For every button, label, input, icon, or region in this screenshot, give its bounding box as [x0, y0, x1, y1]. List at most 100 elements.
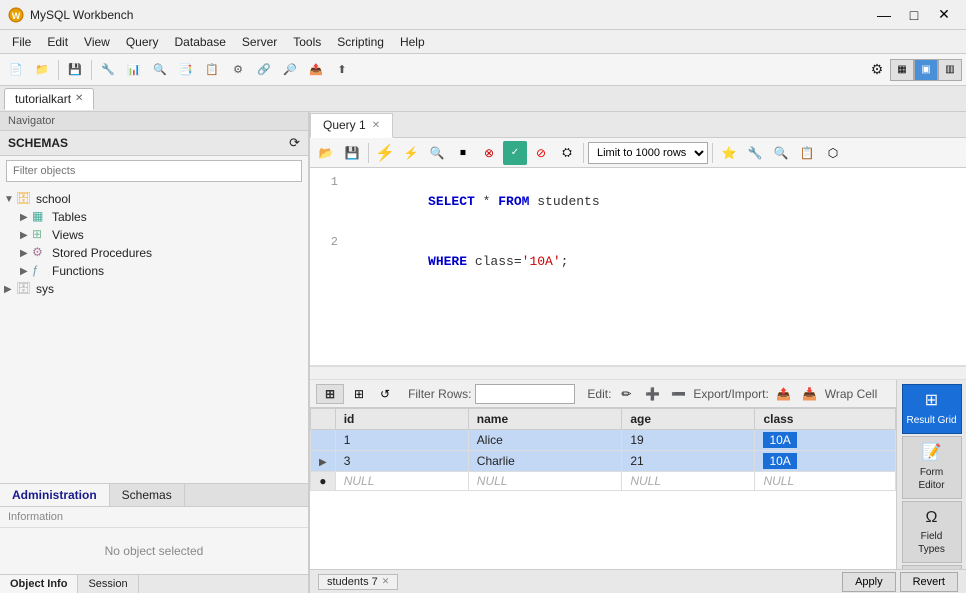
connection-tab[interactable]: tutorialkart ✕	[4, 88, 94, 110]
object-info-tab[interactable]: Object Info	[0, 575, 78, 593]
info-label: Information	[8, 511, 63, 523]
tree-item-school[interactable]: ▼ 🗄 school	[0, 190, 308, 208]
connection-tab-close[interactable]: ✕	[75, 93, 83, 104]
q-open-btn[interactable]: 📂	[314, 141, 338, 165]
q-execute-btn[interactable]: ⚡	[373, 141, 397, 165]
toolbar-btn-8[interactable]: ⚙	[226, 58, 250, 82]
limit-rows-select[interactable]: Limit to 1000 rows Limit to 200 rows Don…	[588, 142, 708, 164]
cell-id-null[interactable]: NULL	[335, 472, 468, 491]
minimize-button[interactable]: —	[870, 4, 898, 26]
export-icon-1[interactable]: 📤	[773, 383, 795, 405]
cell-name-null[interactable]: NULL	[468, 472, 622, 491]
q-progress-btn[interactable]: ⊗	[477, 141, 501, 165]
q-explain-btn[interactable]: 🔍	[425, 141, 449, 165]
table-row[interactable]: 1 Alice 19 10A	[311, 430, 896, 451]
edit-icon-1[interactable]: ✏	[615, 383, 637, 405]
tree-item-views[interactable]: ▶ ⊞ Views	[0, 226, 308, 244]
cell-age-null[interactable]: NULL	[622, 472, 755, 491]
cell-name-2[interactable]: Charlie	[468, 451, 622, 472]
apply-button[interactable]: Apply	[842, 572, 896, 592]
menu-file[interactable]: File	[4, 33, 39, 51]
field-types-btn[interactable]: Ω Field Types	[902, 501, 962, 564]
toolbar-save-btn[interactable]: 💾	[63, 58, 87, 82]
layout-btn-2[interactable]: ▣	[914, 59, 938, 81]
schemas-refresh-icon[interactable]: ⟳	[289, 135, 300, 151]
q-format-btn[interactable]: 🔧	[743, 141, 767, 165]
menu-query[interactable]: Query	[118, 33, 167, 51]
tree-item-tables[interactable]: ▶ ▦ Tables	[0, 208, 308, 226]
q-extra-btn[interactable]: ⬡	[821, 141, 845, 165]
result-icon-2[interactable]: ↺	[374, 383, 396, 405]
menu-scripting[interactable]: Scripting	[329, 33, 392, 51]
edit-icon-3[interactable]: ➖	[667, 383, 689, 405]
q-rollback-btn[interactable]: ⊘	[529, 141, 553, 165]
edit-icon-2[interactable]: ➕	[641, 383, 663, 405]
result-grid-btn[interactable]: ⊞ Result Grid	[902, 384, 962, 434]
toolbar-btn-10[interactable]: 🔎	[278, 58, 302, 82]
cell-age-2[interactable]: 21	[622, 451, 755, 472]
tree-item-sys[interactable]: ▶ 🗄 sys	[0, 280, 308, 298]
tree-item-procedures[interactable]: ▶ ⚙ Stored Procedures	[0, 244, 308, 262]
close-button[interactable]: ✕	[930, 4, 958, 26]
gear-icon[interactable]: ⚙	[866, 59, 888, 81]
menu-help[interactable]: Help	[392, 33, 433, 51]
result-grid-tab[interactable]: ⊞	[316, 384, 344, 404]
toolbar-btn-7[interactable]: 📋	[200, 58, 224, 82]
export-icon-2[interactable]: 📥	[799, 383, 821, 405]
toolbar-btn-11[interactable]: 📤	[304, 58, 328, 82]
horizontal-scrollbar[interactable]	[310, 366, 966, 380]
cell-class-1[interactable]: 10A	[755, 430, 896, 451]
toolbar-btn-3[interactable]: 🔧	[96, 58, 120, 82]
result-grid-icon: ⊞	[907, 391, 957, 412]
revert-button[interactable]: Revert	[900, 572, 958, 592]
nav-tab-administration[interactable]: Administration	[0, 484, 110, 506]
menu-edit[interactable]: Edit	[39, 33, 76, 51]
q-execute-sel-btn[interactable]: ⚡	[399, 141, 423, 165]
table-row[interactable]: ▶ 3 Charlie 21 10A	[311, 451, 896, 472]
export-label: Export/Import:	[693, 387, 768, 401]
q-save-btn[interactable]: 💾	[340, 141, 364, 165]
schema-tree: ▼ 🗄 school ▶ ▦ Tables ▶ ⊞ Views ▶	[0, 186, 308, 483]
toolbar-open-btn[interactable]: 📁	[30, 58, 54, 82]
cell-class-null[interactable]: NULL	[755, 472, 896, 491]
students-tab[interactable]: students 7 ✕	[318, 574, 398, 590]
q-star-btn[interactable]: ⭐	[717, 141, 741, 165]
cell-id-1[interactable]: 1	[335, 430, 468, 451]
q-context-btn[interactable]: 📋	[795, 141, 819, 165]
toolbar-btn-5[interactable]: 🔍	[148, 58, 172, 82]
menu-tools[interactable]: Tools	[285, 33, 329, 51]
toolbar-new-btn[interactable]: 📄	[4, 58, 28, 82]
menu-view[interactable]: View	[76, 33, 118, 51]
layout-btn-1[interactable]: ▦	[890, 59, 914, 81]
q-toggle-btn[interactable]: ⛭	[555, 141, 579, 165]
query-tab[interactable]: Query 1 ✕	[310, 113, 393, 138]
cell-age-1[interactable]: 19	[622, 430, 755, 451]
cell-id-2[interactable]: 3	[335, 451, 468, 472]
code-editor[interactable]: 1 SELECT * FROM students 2 WHERE class='…	[310, 168, 966, 366]
table-row[interactable]: ● NULL NULL NULL NULL	[311, 472, 896, 491]
result-grid[interactable]: id name age class 1 Alice	[310, 408, 896, 569]
q-commit-btn[interactable]: ✓	[503, 141, 527, 165]
result-icon-1[interactable]: ⊞	[348, 383, 370, 405]
students-tab-close[interactable]: ✕	[382, 576, 390, 587]
form-editor-btn[interactable]: 📝 Form Editor	[902, 436, 962, 499]
toolbar-btn-9[interactable]: 🔗	[252, 58, 276, 82]
cell-name-1[interactable]: Alice	[468, 430, 622, 451]
filter-rows-input[interactable]	[475, 384, 575, 404]
toolbar-btn-4[interactable]: 📊	[122, 58, 146, 82]
toolbar-btn-12[interactable]: ⬆	[330, 58, 354, 82]
query-tab-close[interactable]: ✕	[372, 120, 380, 131]
menu-server[interactable]: Server	[234, 33, 285, 51]
nav-tab-schemas[interactable]: Schemas	[110, 484, 185, 506]
procedures-label: Stored Procedures	[52, 246, 152, 260]
q-stop-btn[interactable]: ⏹	[451, 141, 475, 165]
q-search-btn[interactable]: 🔍	[769, 141, 793, 165]
filter-input[interactable]	[6, 160, 302, 182]
menu-database[interactable]: Database	[167, 33, 234, 51]
maximize-button[interactable]: □	[900, 4, 928, 26]
cell-class-2[interactable]: 10A	[755, 451, 896, 472]
tree-item-functions[interactable]: ▶ ƒ Functions	[0, 262, 308, 280]
session-tab[interactable]: Session	[78, 575, 138, 593]
layout-btn-3[interactable]: ▥	[938, 59, 962, 81]
toolbar-btn-6[interactable]: 📑	[174, 58, 198, 82]
